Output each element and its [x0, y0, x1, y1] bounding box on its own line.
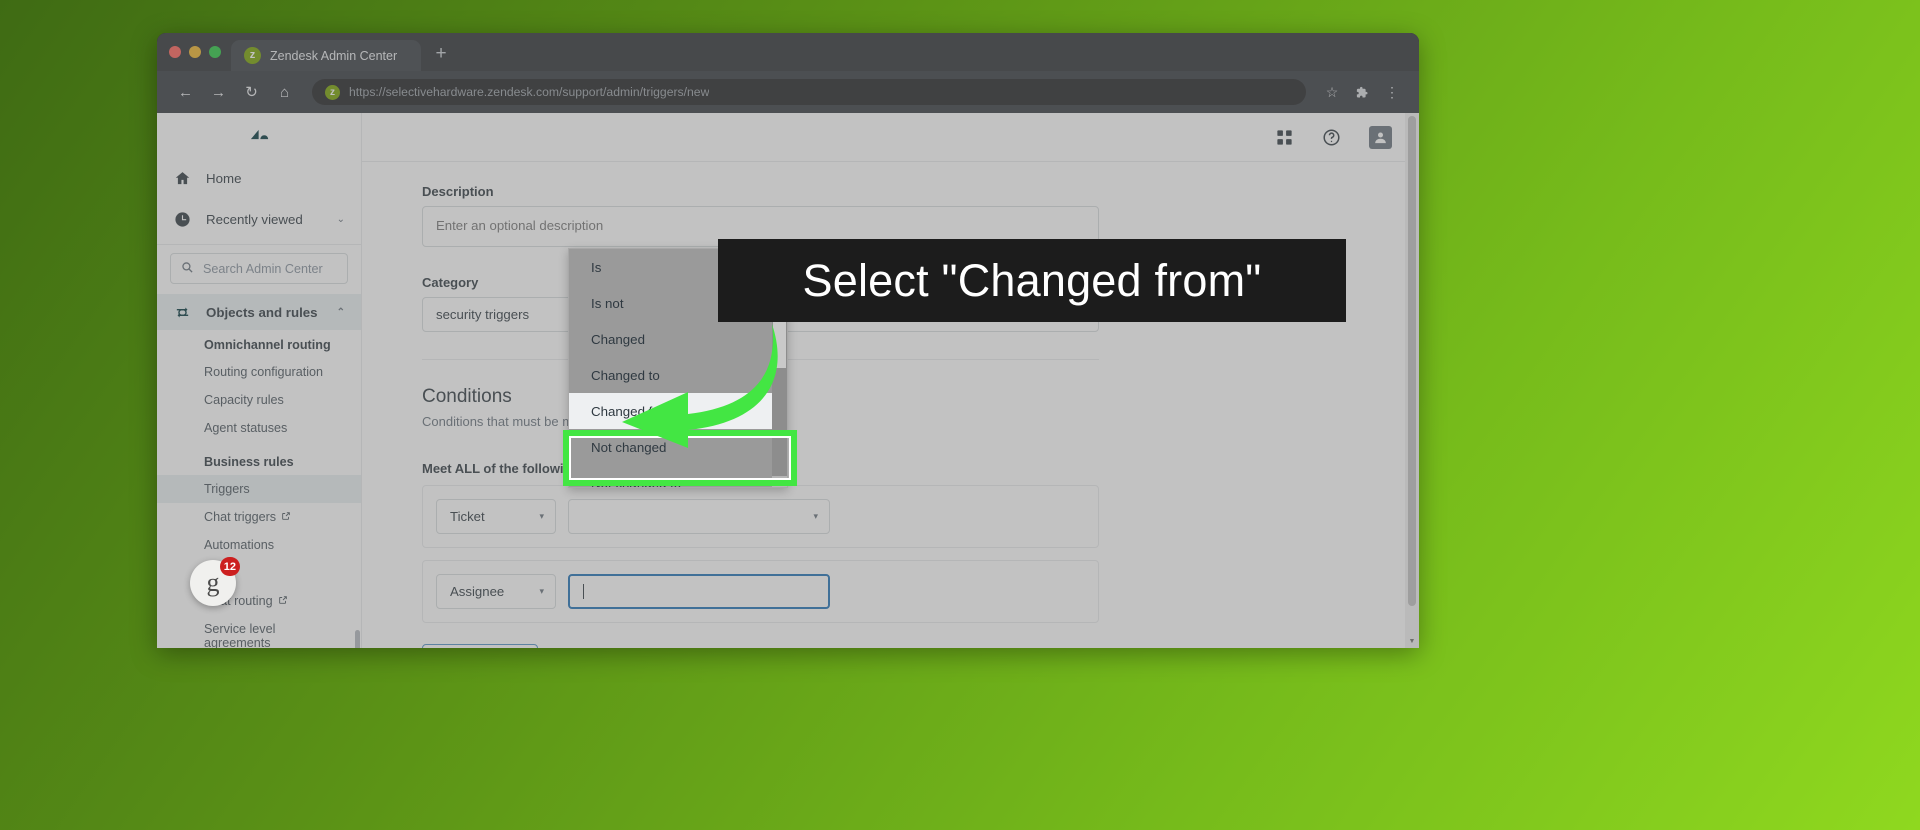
sidebar-item-label: Routing configuration: [204, 365, 324, 380]
back-arrow-icon[interactable]: ←: [171, 78, 200, 107]
sidebar-item-chat-routing[interactable]: Chat routing: [157, 587, 361, 615]
sidebar-item-label: Automations: [204, 538, 275, 553]
window-traffic-lights: [167, 33, 231, 71]
zendesk-logo-icon[interactable]: [157, 113, 361, 156]
sidebar-group-business-rules: Business rules Triggers Chat triggers Au…: [157, 447, 361, 648]
description-label: Description: [422, 184, 494, 199]
sidebar-item-label: Home: [206, 171, 242, 187]
support-widget-button[interactable]: g 12: [190, 557, 240, 606]
sidebar-item-label: Recently viewed: [206, 212, 303, 228]
condition-operator-select-active[interactable]: [568, 574, 830, 609]
new-tab-button[interactable]: +: [427, 40, 455, 71]
sidebar-search-wrapper: [157, 249, 361, 294]
home-icon: [173, 170, 191, 188]
address-bar[interactable]: z https://selectivehardware.zendesk.com/…: [312, 79, 1306, 105]
chevron-down-icon: ▾: [539, 511, 544, 521]
notification-count-badge: 12: [219, 557, 240, 576]
reload-icon[interactable]: ↻: [237, 78, 266, 107]
pointer-arrow-icon: [622, 324, 778, 448]
user-avatar[interactable]: [1369, 125, 1392, 149]
forward-arrow-icon[interactable]: →: [204, 78, 233, 107]
admin-main-panel: Description Category security triggers C…: [362, 113, 1419, 648]
sidebar-item-label: Agent statuses: [204, 421, 288, 436]
condition-field-select[interactable]: Ticket ▾: [436, 499, 556, 534]
scroll-down-arrow-icon[interactable]: ▼: [1405, 635, 1419, 648]
site-favicon-icon: z: [325, 84, 340, 100]
sidebar-item-agent-statuses[interactable]: Agent statuses: [157, 414, 361, 442]
minimize-window-button[interactable]: [189, 46, 201, 58]
window-scrollbar[interactable]: ▲ ▼: [1405, 113, 1419, 648]
home-icon[interactable]: ⌂: [270, 78, 299, 107]
browser-menu-icon[interactable]: ⋮: [1379, 79, 1405, 105]
sidebar-item-automations[interactable]: Automations: [157, 531, 361, 559]
browser-tab[interactable]: z Zendesk Admin Center: [231, 40, 421, 71]
sidebar-scroll-region: Omnichannel routing Routing configuratio…: [157, 330, 361, 648]
condition-operator-select[interactable]: ▾: [568, 499, 830, 534]
extensions-puzzle-icon[interactable]: [1349, 79, 1375, 105]
window-scrollbar-thumb[interactable]: [1408, 116, 1416, 606]
condition-row: Ticket ▾ ▾: [422, 485, 1099, 548]
admin-sidebar: Home Recently viewed ⌄ Search Admin Cent…: [157, 113, 362, 648]
external-link-icon: [281, 511, 291, 524]
admin-top-bar: [362, 113, 1419, 162]
sidebar-item-routing-configuration[interactable]: Routing configuration: [157, 358, 361, 386]
sidebar-item-capacity-rules[interactable]: Capacity rules: [157, 386, 361, 414]
sidebar-item-home[interactable]: Home: [157, 158, 361, 199]
sidebar-section-label: Objects and rules: [206, 304, 318, 320]
search-box[interactable]: [170, 253, 348, 285]
widget-logo-letter: g: [206, 568, 220, 597]
bookmark-star-icon[interactable]: ☆: [1319, 79, 1345, 105]
trigger-form: Description Category security triggers C…: [362, 162, 1419, 648]
sidebar-item-skills[interactable]: Skills: [157, 559, 361, 587]
sidebar-item-chat-triggers[interactable]: Chat triggers: [157, 503, 361, 531]
help-circle-icon[interactable]: [1322, 128, 1341, 147]
condition-row: Assignee ▾: [422, 560, 1099, 623]
instruction-callout: Select "Changed from": [718, 239, 1346, 322]
clock-icon: [173, 211, 191, 229]
sidebar-item-label: Capacity rules: [204, 393, 284, 408]
text-caret: [583, 584, 584, 599]
chevron-down-icon: ▾: [539, 586, 544, 596]
instruction-text: Select "Changed from": [802, 254, 1262, 306]
sidebar-item-label: Service level agreements: [204, 622, 276, 648]
browser-tab-title: Zendesk Admin Center: [270, 48, 398, 63]
sidebar-group-heading: Omnichannel routing: [204, 338, 331, 353]
sidebar-item-objects-and-rules[interactable]: Objects and rules ⌃: [157, 294, 361, 331]
sidebar-item-label: Chat triggers: [204, 510, 277, 525]
zendesk-favicon-icon: z: [244, 47, 261, 64]
chevron-down-icon: ▾: [813, 511, 818, 521]
sidebar-item-triggers[interactable]: Triggers: [157, 475, 361, 504]
sidebar-divider: [157, 244, 361, 246]
sidebar-item-service-level-agreements[interactable]: Service level agreements: [157, 615, 361, 648]
apps-grid-icon[interactable]: [1275, 128, 1294, 147]
browser-toolbar: ← → ↻ ⌂ z https://selectivehardware.zend…: [157, 71, 1419, 113]
tab-strip: z Zendesk Admin Center +: [157, 33, 1419, 71]
sidebar-item-label: Triggers: [204, 482, 250, 497]
chevron-up-icon: ⌃: [336, 306, 345, 318]
search-icon: [181, 261, 194, 277]
address-bar-url: https://selectivehardware.zendesk.com/su…: [349, 85, 710, 99]
maximize-window-button[interactable]: [209, 46, 221, 58]
chevron-down-icon: ⌄: [336, 214, 345, 226]
condition-field-value: Assignee: [450, 584, 505, 599]
external-link-icon: [278, 595, 288, 608]
condition-field-value: Ticket: [450, 509, 485, 524]
objects-rules-icon: [173, 303, 191, 321]
sidebar-scrollbar-thumb[interactable]: [354, 630, 360, 648]
sidebar-item-recently-viewed[interactable]: Recently viewed ⌄: [157, 199, 361, 240]
sidebar-top-group: Home Recently viewed ⌄: [157, 156, 361, 240]
add-condition-button[interactable]: Add condition: [422, 644, 538, 648]
search-input[interactable]: [203, 261, 337, 276]
sidebar-group-heading: Business rules: [204, 455, 294, 470]
close-window-button[interactable]: [169, 46, 181, 58]
sidebar-group-omnichannel-routing: Omnichannel routing Routing configuratio…: [157, 330, 361, 447]
condition-field-select[interactable]: Assignee ▾: [436, 574, 556, 609]
